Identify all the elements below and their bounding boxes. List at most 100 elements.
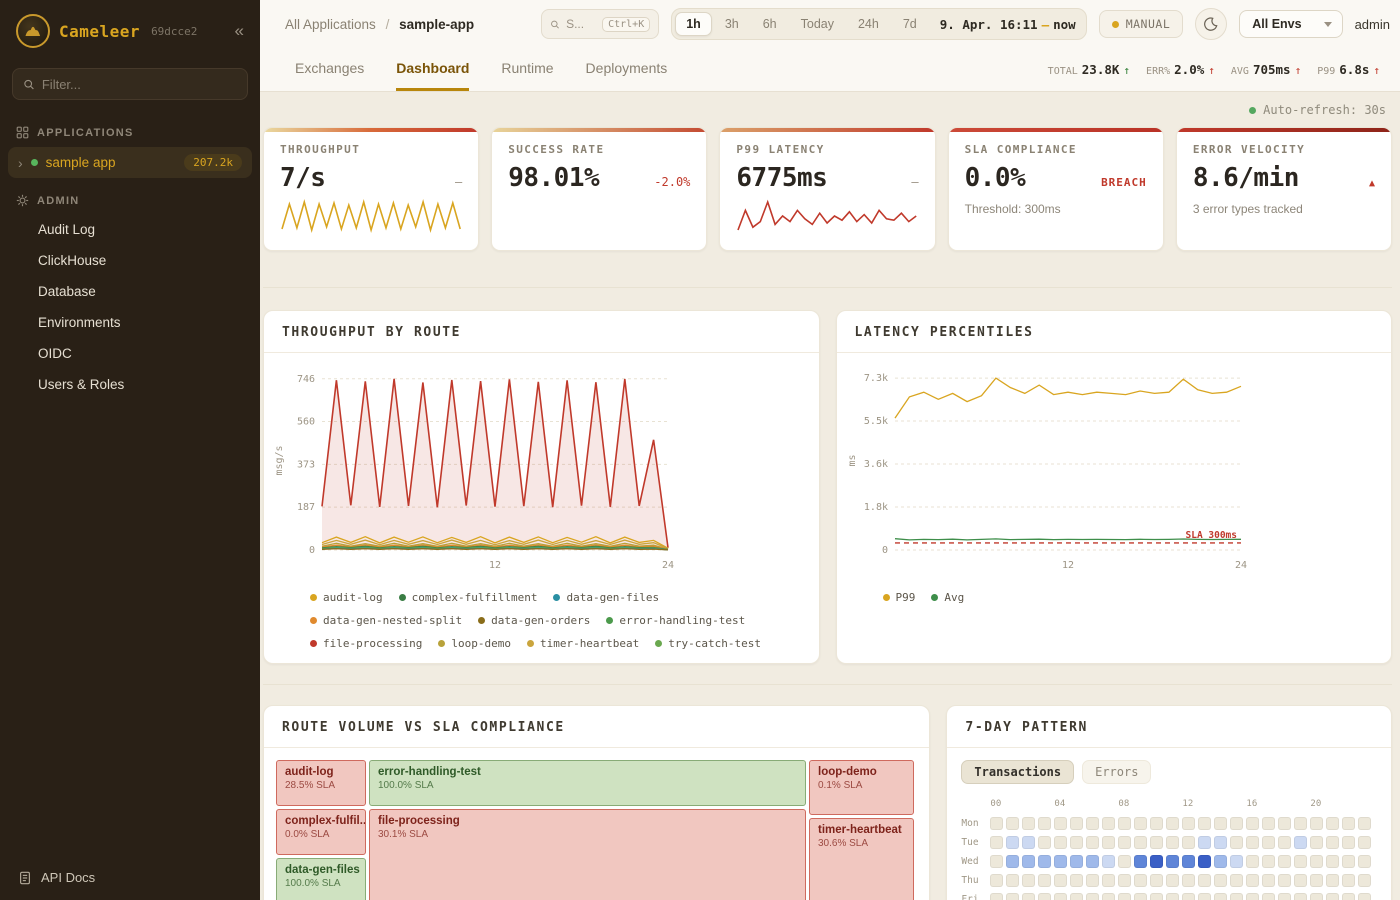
sidebar-item-oidc[interactable]: OIDC (0, 338, 260, 369)
sidebar-filter-input[interactable] (42, 77, 237, 92)
heat-cell[interactable] (1134, 874, 1147, 887)
global-search[interactable]: Ctrl+K (541, 9, 659, 39)
date-range[interactable]: 9. Apr. 16:11—now (940, 17, 1076, 32)
heat-cell[interactable] (1086, 874, 1099, 887)
time-range-24h[interactable]: 24h (847, 12, 890, 36)
heat-cell[interactable] (1342, 874, 1355, 887)
heat-cell[interactable] (1326, 817, 1339, 830)
theme-toggle-button[interactable] (1195, 8, 1227, 40)
sidebar-item-audit-log[interactable]: Audit Log (0, 214, 260, 245)
legend-timer-heartbeat[interactable]: timer-heartbeat (527, 637, 639, 650)
heat-cell[interactable] (1118, 893, 1131, 900)
heat-cell[interactable] (1006, 855, 1019, 868)
heat-cell[interactable] (1134, 836, 1147, 849)
heat-cell[interactable] (1038, 855, 1051, 868)
heat-cell[interactable] (1054, 817, 1067, 830)
heat-cell[interactable] (1086, 855, 1099, 868)
heat-cell[interactable] (1342, 893, 1355, 900)
treemap-cell-complex-fulfil[interactable]: complex-fulfil...0.0% SLA (276, 809, 366, 855)
heat-cell[interactable] (1262, 855, 1275, 868)
legend-complex-fulfillment[interactable]: complex-fulfillment (399, 591, 538, 604)
heat-cell[interactable] (1246, 817, 1259, 830)
heat-cell[interactable] (1102, 893, 1115, 900)
heat-cell[interactable] (1278, 855, 1291, 868)
heat-cell[interactable] (1230, 817, 1243, 830)
legend-error-handling-test[interactable]: error-handling-test (606, 614, 745, 627)
heat-cell[interactable] (1326, 874, 1339, 887)
legend-try-catch-test[interactable]: try-catch-test (655, 637, 761, 650)
heat-cell[interactable] (1342, 817, 1355, 830)
heat-cell[interactable] (1102, 855, 1115, 868)
heat-cell[interactable] (1166, 817, 1179, 830)
breadcrumb-all-applications[interactable]: All Applications (285, 17, 376, 32)
heat-cell[interactable] (1006, 817, 1019, 830)
heat-cell[interactable] (1294, 874, 1307, 887)
heat-cell[interactable] (1358, 836, 1371, 849)
heat-cell[interactable] (1102, 836, 1115, 849)
heat-cell[interactable] (1342, 855, 1355, 868)
heat-cell[interactable] (1214, 836, 1227, 849)
treemap-cell-audit-log[interactable]: audit-log28.5% SLA (276, 760, 366, 806)
time-range-6h[interactable]: 6h (752, 12, 788, 36)
search-input[interactable] (566, 17, 596, 31)
heat-cell[interactable] (990, 836, 1003, 849)
heat-cell[interactable] (1038, 836, 1051, 849)
tab-runtime[interactable]: Runtime (501, 48, 553, 91)
heat-cell[interactable] (1294, 817, 1307, 830)
sidebar-item-api-docs[interactable]: API Docs (0, 855, 260, 900)
sidebar-collapse-button[interactable]: « (235, 21, 244, 41)
time-range-3h[interactable]: 3h (714, 12, 750, 36)
heat-cell[interactable] (1326, 855, 1339, 868)
heat-cell[interactable] (1150, 874, 1163, 887)
heat-cell[interactable] (1070, 893, 1083, 900)
heat-cell[interactable] (1198, 855, 1211, 868)
heat-cell[interactable] (1022, 893, 1035, 900)
heat-cell[interactable] (1086, 817, 1099, 830)
heat-cell[interactable] (1038, 874, 1051, 887)
heat-cell[interactable] (1118, 836, 1131, 849)
heat-cell[interactable] (1278, 836, 1291, 849)
heat-cell[interactable] (1054, 855, 1067, 868)
heat-cell[interactable] (1006, 893, 1019, 900)
legend-loop-demo[interactable]: loop-demo (438, 637, 511, 650)
heat-cell[interactable] (1358, 893, 1371, 900)
heat-cell[interactable] (1150, 836, 1163, 849)
heat-cell[interactable] (1310, 855, 1323, 868)
heat-cell[interactable] (1262, 893, 1275, 900)
sidebar-item-clickhouse[interactable]: ClickHouse (0, 245, 260, 276)
heat-cell[interactable] (1198, 893, 1211, 900)
heat-cell[interactable] (1230, 893, 1243, 900)
heat-cell[interactable] (1134, 893, 1147, 900)
heat-cell[interactable] (1118, 817, 1131, 830)
heat-cell[interactable] (1326, 893, 1339, 900)
sidebar-item-database[interactable]: Database (0, 276, 260, 307)
heat-cell[interactable] (1278, 817, 1291, 830)
env-select[interactable]: All Envs (1239, 10, 1342, 38)
tab-exchanges[interactable]: Exchanges (295, 48, 364, 91)
heat-cell[interactable] (1182, 874, 1195, 887)
heat-cell[interactable] (1246, 874, 1259, 887)
heat-cell[interactable] (1198, 836, 1211, 849)
time-range-7d[interactable]: 7d (892, 12, 928, 36)
heat-cell[interactable] (1262, 836, 1275, 849)
heatmap-toggle-errors[interactable]: Errors (1082, 760, 1151, 784)
heat-cell[interactable] (990, 817, 1003, 830)
heat-cell[interactable] (1294, 855, 1307, 868)
sidebar-item-users-roles[interactable]: Users & Roles (0, 369, 260, 400)
tab-deployments[interactable]: Deployments (586, 48, 668, 91)
treemap-cell-timer-heartbeat[interactable]: timer-heartbeat30.6% SLA (809, 818, 914, 900)
heat-cell[interactable] (1150, 893, 1163, 900)
heat-cell[interactable] (990, 893, 1003, 900)
heat-cell[interactable] (1278, 893, 1291, 900)
heat-cell[interactable] (1246, 855, 1259, 868)
heat-cell[interactable] (1038, 893, 1051, 900)
legend-data-gen-files[interactable]: data-gen-files (553, 591, 659, 604)
heat-cell[interactable] (1230, 836, 1243, 849)
heat-cell[interactable] (1006, 836, 1019, 849)
heat-cell[interactable] (1134, 855, 1147, 868)
heat-cell[interactable] (1342, 836, 1355, 849)
heat-cell[interactable] (1054, 874, 1067, 887)
heat-cell[interactable] (1038, 817, 1051, 830)
heat-cell[interactable] (1310, 893, 1323, 900)
heat-cell[interactable] (1134, 817, 1147, 830)
